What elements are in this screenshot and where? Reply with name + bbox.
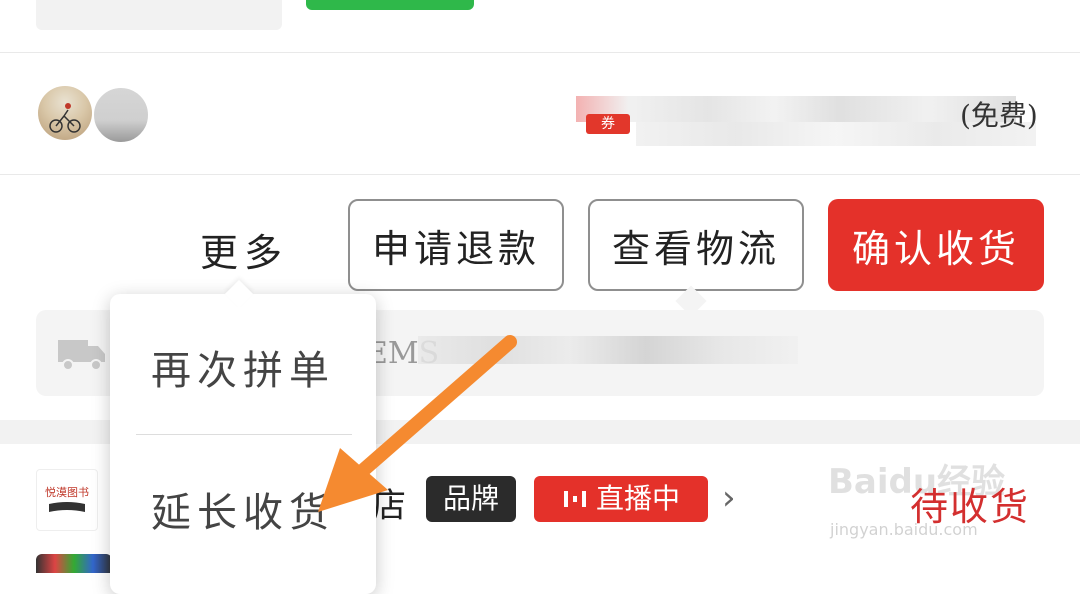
view-logistics-button[interactable]: 查看物流 <box>588 199 804 291</box>
fee-text: (免费) <box>960 99 1038 132</box>
annotation-arrow-icon <box>318 335 517 512</box>
user-avatar <box>92 86 150 144</box>
book-icon <box>49 502 85 512</box>
live-badge[interactable]: 直播中 <box>534 476 708 522</box>
store-logo[interactable]: 悦漠图书 <box>36 469 98 531</box>
user-avatar <box>38 86 92 140</box>
refund-button[interactable]: 申请退款 <box>348 199 564 291</box>
chevron-right-icon[interactable]: › <box>722 478 736 518</box>
store-logo-text: 悦漠图书 <box>45 486 89 499</box>
product-thumbnail[interactable] <box>36 0 282 30</box>
cyclist-icon <box>49 103 81 133</box>
order-status: 待收货 <box>910 485 1031 529</box>
live-bars-icon <box>563 491 586 507</box>
divider <box>0 174 1080 175</box>
blurred-text <box>576 96 1016 122</box>
live-badge-label: 直播中 <box>595 482 680 515</box>
more-button[interactable]: 更多 <box>200 222 288 277</box>
divider <box>0 52 1080 53</box>
confirm-receipt-button[interactable]: 确认收货 <box>828 199 1044 291</box>
coupon-tag: 券 <box>586 114 630 134</box>
green-tag <box>306 0 474 10</box>
product-thumbnail[interactable] <box>36 554 112 573</box>
truck-icon <box>58 340 105 371</box>
